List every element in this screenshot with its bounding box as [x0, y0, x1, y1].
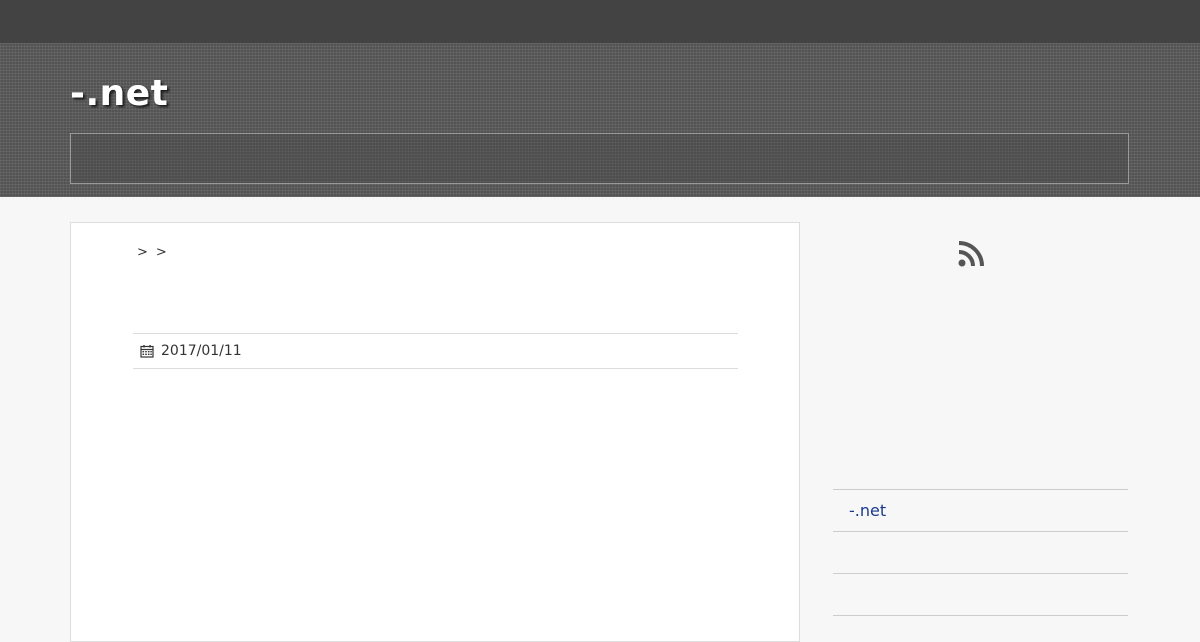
global-nav: [70, 133, 1129, 184]
main-content: > > 2017/01/11: [70, 222, 800, 642]
calendar-icon: [140, 345, 154, 358]
post-meta: 2017/01/11: [133, 333, 738, 369]
post-date: 2017/01/11: [161, 343, 242, 359]
sidebar: -.net: [833, 222, 1128, 642]
sidebar-link-list: -.net: [833, 489, 1128, 616]
breadcrumb-separator: >: [137, 245, 148, 260]
sidebar-list-item: [833, 574, 1128, 616]
breadcrumb-separator: >: [155, 245, 167, 260]
sidebar-list-item: [833, 532, 1128, 574]
sidebar-list-item: -.net: [833, 490, 1128, 532]
rss-icon[interactable]: [957, 240, 985, 268]
sidebar-link-site[interactable]: -.net: [849, 501, 886, 520]
breadcrumb: > >: [137, 245, 167, 260]
site-title-link[interactable]: -.net: [70, 73, 168, 114]
site-header: -.net: [0, 43, 1200, 197]
top-bar: [0, 0, 1200, 43]
